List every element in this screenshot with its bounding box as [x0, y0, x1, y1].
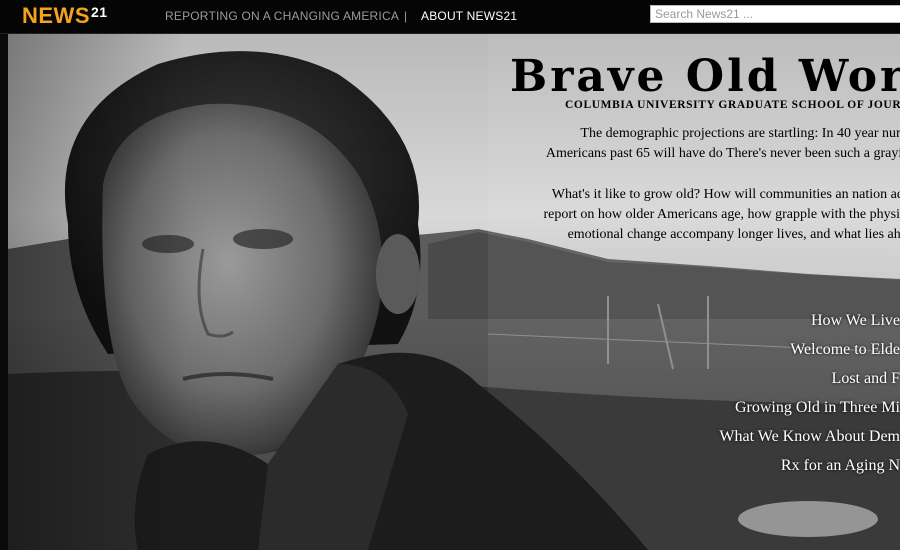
- story-link-how-we-live[interactable]: How We Live: [600, 306, 900, 335]
- feature-title: Brave Old Worl: [510, 51, 900, 102]
- news21-logo[interactable]: NEWS21: [22, 2, 108, 30]
- top-nav-bar: NEWS21 REPORTING ON A CHANGING AMERICA |…: [0, 0, 900, 34]
- story-link-what-we-know[interactable]: What We Know About Dem: [600, 422, 900, 451]
- story-link-growing-old[interactable]: Growing Old in Three Mi: [600, 393, 900, 422]
- feature-intro-2: What's it like to grow old? How will com…: [543, 187, 900, 242]
- logo-text: NEWS: [22, 3, 90, 28]
- feature-subtitle: COLUMBIA UNIVERSITY GRADUATE SCHOOL OF J…: [565, 99, 900, 111]
- logo-number: 21: [91, 4, 108, 20]
- nav-separator: |: [404, 9, 408, 23]
- nav-about-link[interactable]: ABOUT NEWS21: [421, 8, 517, 24]
- page-left-edge: [0, 34, 8, 550]
- nav-reporting-link[interactable]: REPORTING ON A CHANGING AMERICA: [165, 8, 399, 24]
- story-link-welcome-to-elde[interactable]: Welcome to Elde: [600, 335, 900, 364]
- search-input[interactable]: [650, 5, 900, 23]
- story-link-lost-and-f[interactable]: Lost and F: [600, 364, 900, 393]
- story-link-rx-aging[interactable]: Rx for an Aging N: [600, 451, 900, 480]
- story-links: How We Live Welcome to Elde Lost and F G…: [600, 306, 900, 480]
- feature-intro-1: The demographic projections are startlin…: [545, 126, 900, 161]
